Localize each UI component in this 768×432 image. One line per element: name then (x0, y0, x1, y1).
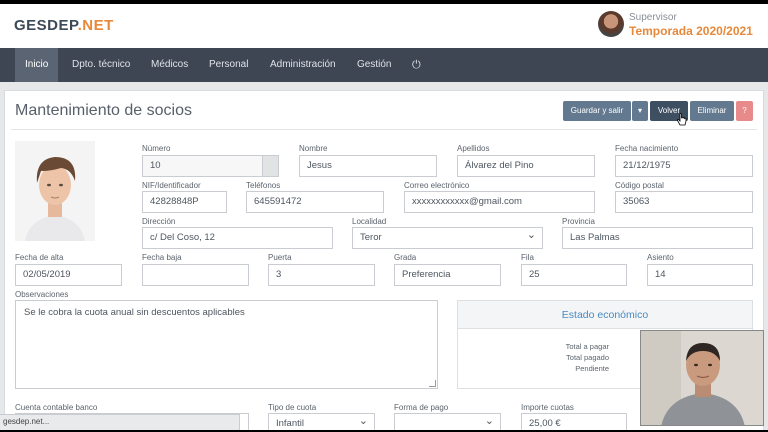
correo-label: Correo electrónico (404, 181, 470, 190)
top-header: GESDEP.NET Supervisor Temporada 2020/202… (0, 4, 768, 48)
presenter-video-image (641, 331, 763, 425)
total-pagado-label: Total pagado (566, 353, 609, 362)
fecha-baja-input[interactable] (142, 264, 249, 286)
fila-input[interactable]: 25 (521, 264, 627, 286)
asiento-label: Asiento (647, 253, 674, 262)
provincia-input[interactable]: Las Palmas (562, 227, 753, 249)
resize-grip-icon[interactable] (429, 380, 436, 387)
nombre-label: Nombre (299, 144, 328, 153)
localidad-select[interactable]: Teror (352, 227, 543, 249)
nav-item-medicos[interactable]: Médicos (141, 48, 198, 82)
nif-label: NIF/Identificador (142, 181, 201, 190)
app-logo[interactable]: GESDEP.NET (14, 17, 114, 34)
direccion-label: Dirección (142, 217, 176, 226)
puerta-input[interactable]: 3 (268, 264, 375, 286)
forma-pago-label: Forma de pago (394, 403, 449, 412)
apellidos-label: Apellidos (457, 144, 490, 153)
delete-button[interactable]: Eliminar (690, 101, 734, 121)
save-and-exit-button[interactable]: Guardar y salir (563, 101, 631, 121)
page-title: Mantenimiento de socios (15, 102, 192, 119)
member-portrait-image (15, 141, 95, 241)
numero-stepper-button[interactable] (262, 155, 279, 177)
main-nav: Inicio Dpto. técnico Médicos Personal Ad… (0, 48, 768, 82)
observaciones-label: Observaciones (15, 290, 69, 299)
codigo-postal-input[interactable]: 35063 (615, 191, 753, 213)
forma-pago-select[interactable] (394, 413, 501, 430)
tipo-cuota-select[interactable]: Infantil (268, 413, 375, 430)
observaciones-textarea[interactable]: Se le cobra la cuota anual sin descuento… (15, 300, 438, 389)
apellidos-input[interactable]: Álvarez del Pino (457, 155, 595, 177)
header-divider (11, 129, 757, 130)
fecha-alta-input[interactable]: 02/05/2019 (15, 264, 122, 286)
fecha-alta-label: Fecha de alta (15, 253, 64, 262)
observaciones-text: Se le cobra la cuota anual sin descuento… (24, 307, 245, 318)
pendiente-label: Pendiente (575, 364, 609, 373)
numero-label: Número (142, 144, 171, 153)
nif-input[interactable]: 42828848P (142, 191, 227, 213)
season-label[interactable]: Temporada 2020/2021 (629, 24, 753, 38)
help-button[interactable]: ? (736, 101, 753, 121)
correo-input[interactable]: xxxxxxxxxxxx@gmail.com (404, 191, 595, 213)
total-pagar-label: Total a pagar (565, 342, 609, 351)
save-options-dropdown[interactable]: ▾ (632, 101, 648, 121)
numero-input[interactable]: 10 (142, 155, 263, 177)
nav-item-gestion[interactable]: Gestión (347, 48, 401, 82)
member-photo[interactable] (15, 141, 95, 241)
grada-input[interactable]: Preferencia (394, 264, 501, 286)
nav-item-personal[interactable]: Personal (199, 48, 258, 82)
fecha-nacimiento-input[interactable]: 21/12/1975 (615, 155, 753, 177)
hand-cursor-icon (676, 113, 687, 126)
localidad-label: Localidad (352, 217, 387, 226)
user-avatar[interactable] (598, 11, 624, 37)
telefonos-label: Teléfonos (246, 181, 281, 190)
asiento-input[interactable]: 14 (647, 264, 753, 286)
logo-main-text: GESDEP (14, 17, 78, 34)
nav-item-inicio[interactable]: Inicio (15, 48, 59, 82)
importe-cuotas-label: Importe cuotas (521, 403, 574, 412)
cuenta-banco-label: Cuenta contable banco (15, 403, 98, 412)
provincia-label: Provincia (562, 217, 595, 226)
economic-status-title: Estado económico (458, 301, 752, 329)
telefonos-input[interactable]: 645591472 (246, 191, 384, 213)
browser-status-bar: gesdep.net... (0, 414, 240, 430)
app-window: GESDEP.NET Supervisor Temporada 2020/202… (0, 4, 768, 430)
user-role: Supervisor (629, 12, 677, 23)
nav-item-administracion[interactable]: Administración (260, 48, 346, 82)
codigo-postal-label: Código postal (615, 181, 664, 190)
importe-cuotas-input[interactable]: 25,00 € (521, 413, 627, 430)
logo-net-text: NET (82, 17, 114, 34)
tipo-cuota-label: Tipo de cuota (268, 403, 317, 412)
fila-label: Fila (521, 253, 534, 262)
fecha-baja-label: Fecha baja (142, 253, 182, 262)
nav-item-dpto-tecnico[interactable]: Dpto. técnico (62, 48, 140, 82)
nombre-input[interactable]: Jesus (299, 155, 437, 177)
puerta-label: Puerta (268, 253, 292, 262)
power-icon[interactable]: ⏻ (412, 48, 421, 82)
webcam-overlay (640, 330, 764, 426)
direccion-input[interactable]: c/ Del Coso, 12 (142, 227, 333, 249)
grada-label: Grada (394, 253, 417, 262)
fecha-nacimiento-label: Fecha nacimiento (615, 144, 679, 153)
